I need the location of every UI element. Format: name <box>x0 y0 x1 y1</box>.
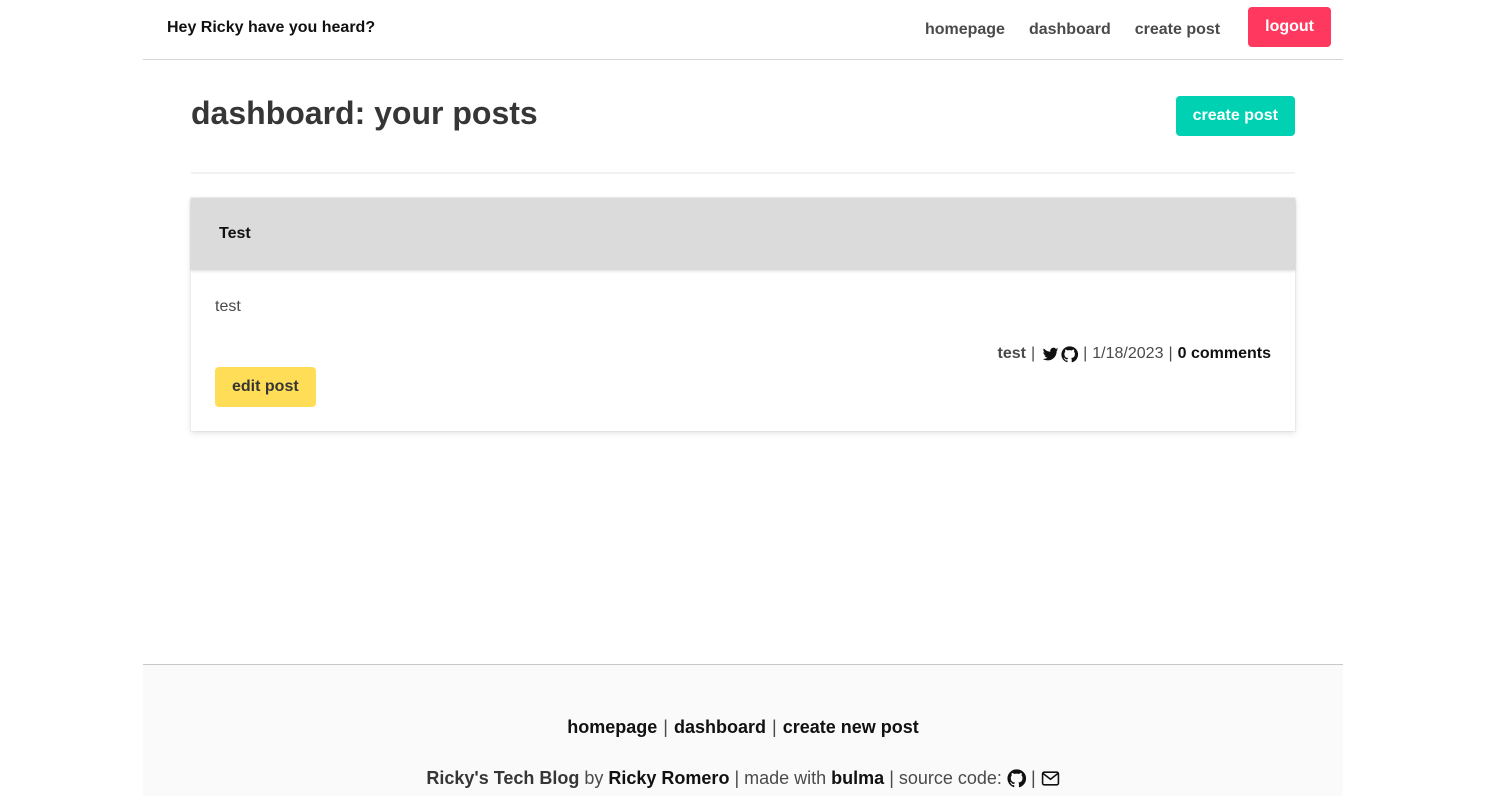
post-content: test <box>215 298 241 315</box>
footer-separator: | <box>663 717 668 737</box>
navbar: Hey Ricky have you heard? homepage dashb… <box>143 0 1343 60</box>
navbar-links: homepage dashboard create post logout <box>925 7 1331 47</box>
post-card-body: test test | | 1/18/2023 | 0 comments edi… <box>191 270 1295 431</box>
footer-credits: Ricky's Tech Blog by Ricky Romero | made… <box>143 768 1343 789</box>
footer-separator: | <box>889 768 894 788</box>
logout-button[interactable]: logout <box>1248 7 1331 47</box>
footer-author-link[interactable]: Ricky Romero <box>608 768 729 789</box>
post-author[interactable]: test <box>998 345 1026 363</box>
footer-separator: | <box>734 768 740 788</box>
post-meta: test | | 1/18/2023 | 0 comments <box>998 345 1271 363</box>
post-title[interactable]: Test <box>219 225 251 243</box>
post-date: 1/18/2023 <box>1092 345 1164 362</box>
post-card-header: Test <box>191 198 1295 270</box>
footer-separator: | <box>1030 768 1036 788</box>
footer-links: homepage | dashboard | create new post <box>143 717 1343 738</box>
footer-link-dashboard[interactable]: dashboard <box>674 717 766 737</box>
footer-source-code-text: source code: <box>898 768 1002 788</box>
meta-separator: | <box>1030 345 1036 362</box>
footer-link-homepage[interactable]: homepage <box>567 717 657 737</box>
nav-link-dashboard[interactable]: dashboard <box>1029 21 1111 39</box>
footer-made-with-text: made with <box>744 768 827 788</box>
envelope-icon[interactable] <box>1041 769 1060 788</box>
footer: homepage | dashboard | create new post Ricky… <box>143 664 1343 796</box>
nav-link-homepage[interactable]: homepage <box>925 21 1005 39</box>
footer-by-text: by <box>584 768 604 788</box>
twitter-icon[interactable] <box>1042 346 1059 363</box>
meta-separator: | <box>1168 345 1173 362</box>
meta-separator: | <box>1083 345 1088 362</box>
nav-link-create-post[interactable]: create post <box>1135 21 1220 39</box>
page-title: dashboard: your posts <box>191 95 538 131</box>
edit-post-button[interactable]: edit post <box>215 367 316 407</box>
header-divider <box>191 172 1295 174</box>
post-comments-link[interactable]: 0 comments <box>1178 345 1271 363</box>
page-frame: Hey Ricky have you heard? homepage dashb… <box>143 0 1343 796</box>
footer-bulma-link[interactable]: bulma <box>831 768 884 789</box>
footer-link-create-new-post[interactable]: create new post <box>783 717 919 737</box>
github-icon[interactable] <box>1007 769 1026 788</box>
footer-separator: | <box>772 717 777 737</box>
footer-blog-name: Ricky's Tech Blog <box>426 768 580 788</box>
github-icon[interactable] <box>1061 345 1079 363</box>
post-card: Test test test | | 1/18/2023 | 0 comment… <box>191 198 1295 431</box>
navbar-brand[interactable]: Hey Ricky have you heard? <box>167 19 375 37</box>
create-post-button[interactable]: create post <box>1175 96 1295 136</box>
